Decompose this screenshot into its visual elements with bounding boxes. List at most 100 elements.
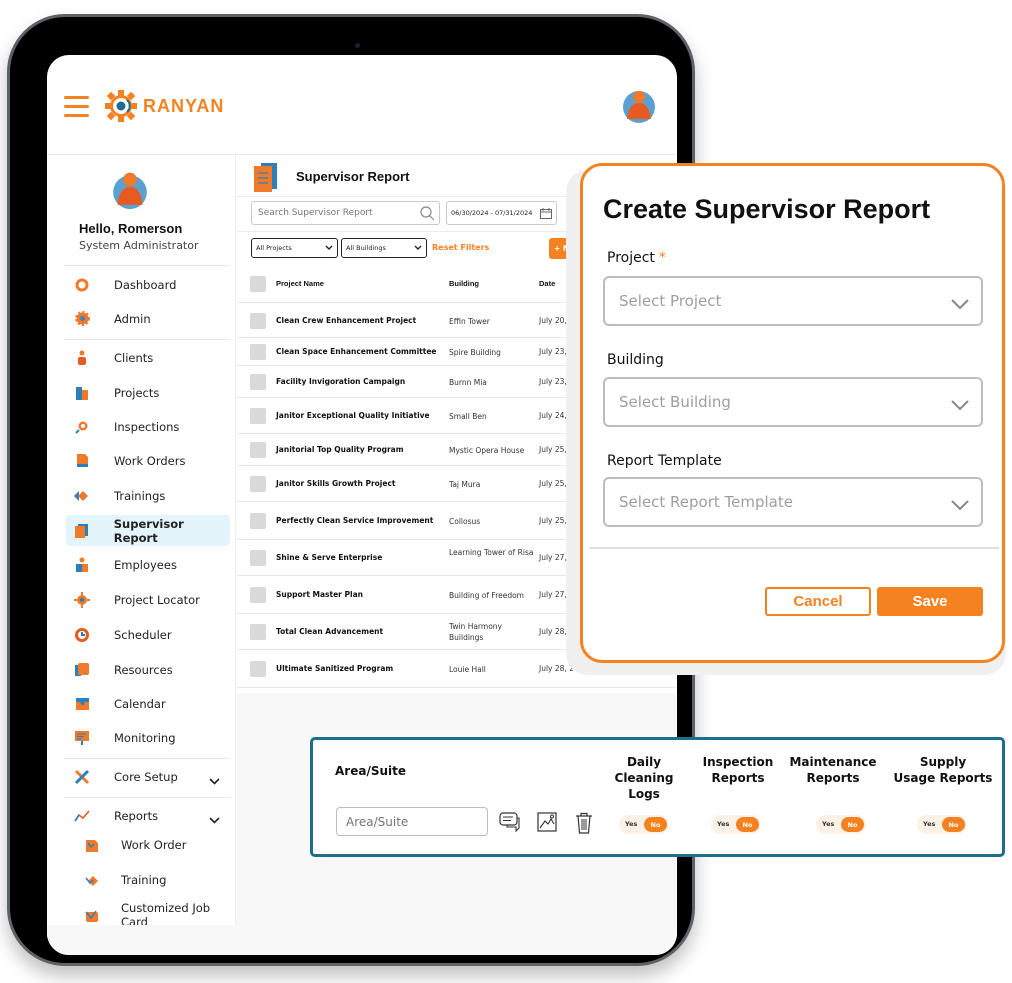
cell-project-name: Support Master Plan <box>276 590 363 599</box>
supply-usage-reports-toggle[interactable]: Yes No <box>917 815 967 834</box>
report-template-select[interactable]: Select Report Template <box>603 477 983 527</box>
sidebar-item-label: Dashboard <box>114 277 177 292</box>
reset-filters-link[interactable]: Reset Filters <box>432 243 489 252</box>
sidebar-subitem-work-order[interactable]: Work Order <box>85 831 235 859</box>
template-label: Report Template <box>607 453 722 469</box>
area-suite-field[interactable] <box>336 807 488 836</box>
cancel-button[interactable]: Cancel <box>765 587 871 616</box>
sidebar-item-monitoring[interactable]: Monitoring <box>66 722 230 753</box>
sidebar-item-label: Inspections <box>114 419 180 434</box>
modal-divider <box>589 547 999 549</box>
search-icon[interactable] <box>420 206 435 225</box>
sidebar-subitem-training[interactable]: Training <box>85 866 235 894</box>
row-checkbox[interactable] <box>250 344 266 360</box>
row-checkbox[interactable] <box>250 624 266 640</box>
calendar-icon[interactable] <box>540 208 552 221</box>
project-select[interactable]: Select Project <box>603 276 983 326</box>
daily-cleaning-logs-toggle[interactable]: Yes No <box>619 815 669 834</box>
row-checkbox[interactable] <box>250 374 266 390</box>
cell-building: Building of Freedom <box>449 591 524 600</box>
comment-icon[interactable] <box>499 812 521 836</box>
toggle-no: No <box>841 817 864 832</box>
camera-dot <box>355 43 360 48</box>
building-filter-value: All Buildings <box>346 244 386 252</box>
training-report-icon <box>85 873 99 887</box>
cell-building: Collosus <box>449 517 481 526</box>
gear-logo-icon <box>105 90 137 122</box>
inspection-reports-toggle[interactable]: Yes No <box>711 815 761 834</box>
row-checkbox[interactable] <box>250 587 266 603</box>
search-box[interactable] <box>251 201 440 225</box>
building-select[interactable]: Select Building <box>603 377 983 427</box>
area-suite-panel: Area/Suite Daily Cleaning Logs Inspection… <box>310 737 1005 857</box>
sidebar-item-reports[interactable]: Reports <box>66 800 230 831</box>
row-checkbox[interactable] <box>250 513 266 529</box>
dashboard-icon <box>74 277 90 293</box>
sidebar-item-resources[interactable]: Resources <box>66 654 230 685</box>
chevron-down-icon[interactable] <box>209 809 220 828</box>
hamburger-menu-icon[interactable] <box>64 96 89 117</box>
user-avatar[interactable] <box>621 87 657 127</box>
search-input[interactable] <box>258 208 418 218</box>
chevron-down-icon[interactable] <box>209 770 220 789</box>
cell-project-name: Janitor Skills Growth Project <box>276 479 396 488</box>
sidebar-item-project-locator[interactable]: Project Locator <box>66 584 230 615</box>
image-icon[interactable] <box>537 812 557 836</box>
sidebar-item-clients[interactable]: Clients <box>66 342 230 373</box>
sidebar-item-label: Core Setup <box>114 769 178 784</box>
sidebar-item-inspections[interactable]: Inspections <box>66 411 230 442</box>
row-checkbox[interactable] <box>250 313 266 329</box>
date-range-picker[interactable]: 06/30/2024 - 07/31/2024 <box>446 201 557 225</box>
modal-title: Create Supervisor Report <box>603 194 931 224</box>
sidebar-item-label: Scheduler <box>114 627 172 642</box>
toggle-no: No <box>942 817 965 832</box>
screen-footer-background <box>47 925 677 955</box>
column-inspection-reports: Inspection Reports <box>698 754 778 786</box>
clock-icon <box>74 627 90 643</box>
row-checkbox[interactable] <box>250 476 266 492</box>
maintenance-reports-toggle[interactable]: Yes No <box>816 815 866 834</box>
project-filter-select[interactable]: All Projects <box>251 238 338 258</box>
sidebar-item-core-setup[interactable]: Core Setup <box>66 761 230 792</box>
create-report-modal: Create Supervisor Report Project * Select… <box>580 163 1005 663</box>
monitor-icon <box>74 730 90 746</box>
sidebar-item-dashboard[interactable]: Dashboard <box>66 269 230 300</box>
building-filter-select[interactable]: All Buildings <box>341 238 427 258</box>
profile-avatar <box>111 169 149 213</box>
building-label: Building <box>607 352 664 368</box>
sidebar-item-label: Admin <box>114 311 151 326</box>
toggle-yes: Yes <box>822 820 835 828</box>
select-all-checkbox[interactable] <box>250 276 266 292</box>
area-suite-input[interactable] <box>346 814 481 829</box>
locator-icon <box>74 591 90 608</box>
column-line: Reports <box>806 771 860 785</box>
row-checkbox[interactable] <box>250 661 266 677</box>
user-role: System Administrator <box>79 239 199 252</box>
sidebar-item-label: Work Orders <box>114 453 186 468</box>
job-card-icon <box>85 908 99 922</box>
sidebar-item-supervisor-report[interactable]: Supervisor Report <box>66 515 230 546</box>
gear-icon <box>74 311 90 327</box>
row-checkbox[interactable] <box>250 550 266 566</box>
resources-icon <box>74 662 90 678</box>
sidebar: Hello, Romerson System Administrator Das… <box>47 155 236 955</box>
row-checkbox[interactable] <box>250 442 266 458</box>
row-checkbox[interactable] <box>250 408 266 424</box>
toggle-yes: Yes <box>923 820 936 828</box>
sidebar-item-employees[interactable]: Employees <box>66 549 230 580</box>
sidebar-item-work-orders[interactable]: Work Orders <box>66 445 230 476</box>
report-icon <box>74 523 90 539</box>
column-line: Usage Reports <box>893 771 993 785</box>
sidebar-item-label: Clients <box>114 350 154 365</box>
sidebar-item-scheduler[interactable]: Scheduler <box>66 619 230 650</box>
trash-icon[interactable] <box>575 812 593 838</box>
sidebar-item-admin[interactable]: Admin <box>66 303 230 334</box>
sidebar-item-label: Reports <box>114 808 159 823</box>
greeting: Hello, Romerson <box>79 221 183 236</box>
sidebar-item-calendar[interactable]: Calendar <box>66 688 230 719</box>
sidebar-item-projects[interactable]: Projects <box>66 377 230 408</box>
sidebar-item-trainings[interactable]: Trainings <box>66 480 230 511</box>
sidebar-subitem-label: Work Order <box>121 838 187 852</box>
save-button[interactable]: Save <box>877 587 983 616</box>
divider <box>64 797 230 798</box>
